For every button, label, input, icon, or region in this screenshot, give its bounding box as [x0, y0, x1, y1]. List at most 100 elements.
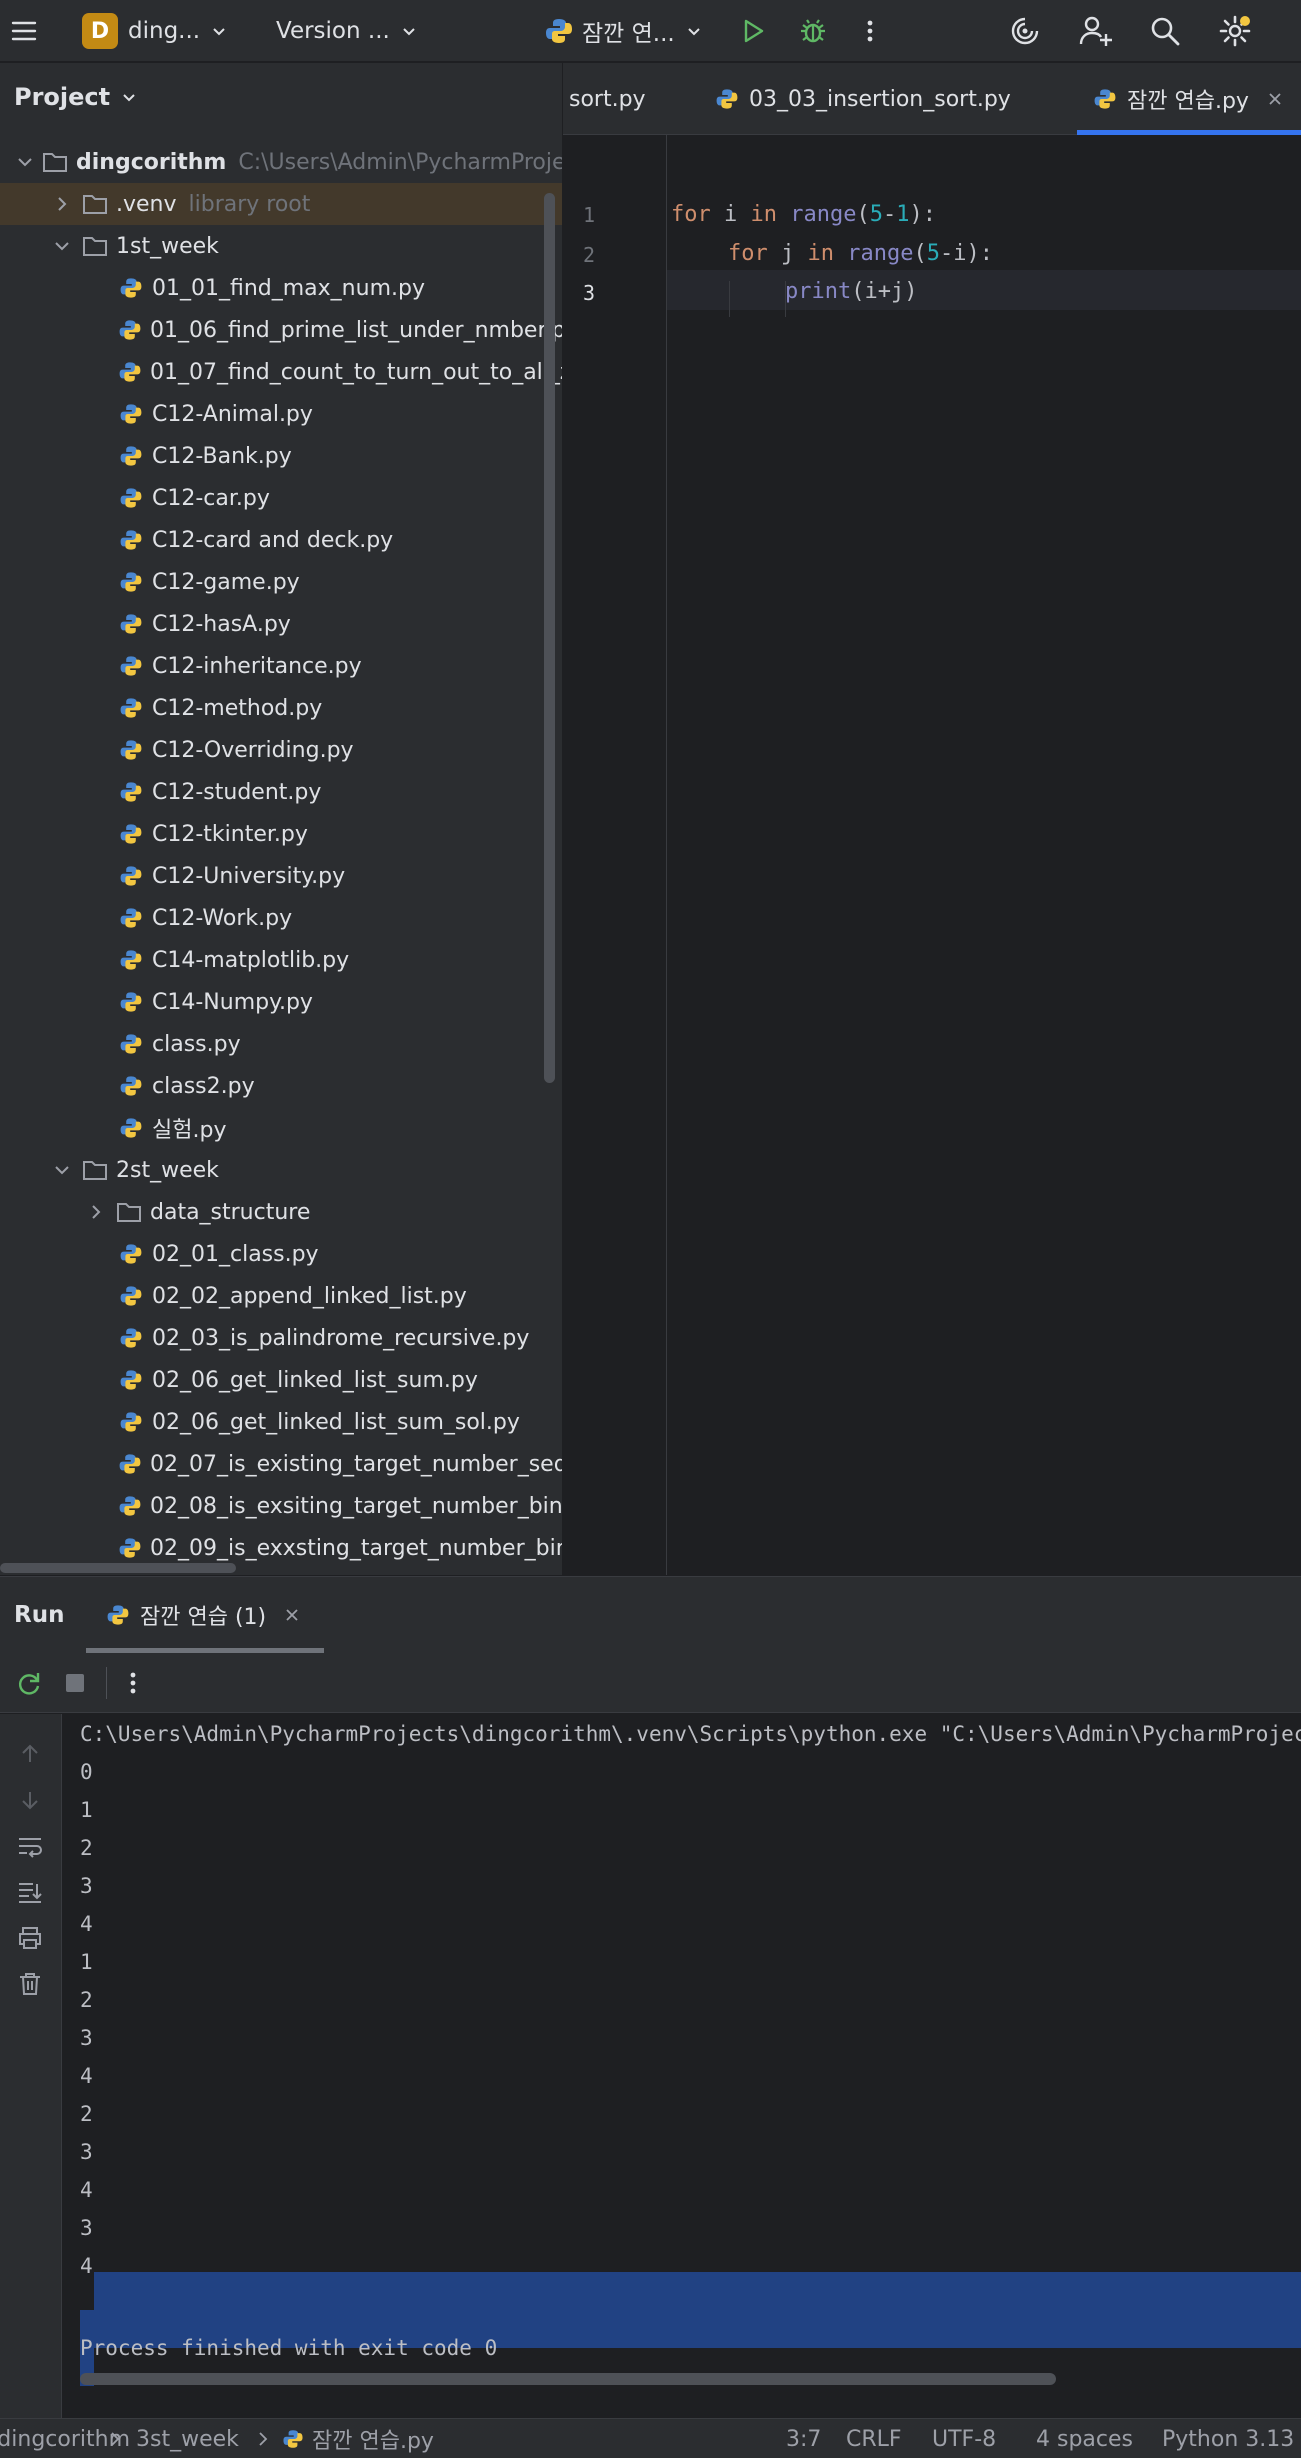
python-interpreter[interactable]: Python 3.13 (dingcorithm)	[1162, 2419, 1301, 2458]
scroll-to-end-icon[interactable]	[14, 1876, 46, 1908]
arrow-up-icon[interactable]	[14, 1738, 46, 1770]
tree-horizontal-scrollbar[interactable]	[0, 1563, 236, 1573]
code-line-3[interactable]: print(i+j)	[785, 279, 917, 304]
project-selector[interactable]: D ding...	[82, 0, 228, 62]
file-name: 02_06_get_linked_list_sum.py	[152, 1367, 478, 1393]
tree-file-item[interactable]: C12-Animal.py	[0, 393, 562, 435]
rerun-icon[interactable]	[14, 1668, 44, 1698]
python-file-icon	[118, 569, 144, 595]
console-horizontal-scrollbar[interactable]	[80, 2373, 1056, 2385]
search-icon	[1148, 14, 1182, 48]
caret-position[interactable]: 3:7	[786, 2419, 821, 2458]
tree-file-item[interactable]: C12-car.py	[0, 477, 562, 519]
tree-file-item[interactable]: class.py	[0, 1023, 562, 1065]
chevron-down-icon[interactable]	[50, 1158, 74, 1182]
tree-file-item[interactable]: 실험.py	[0, 1107, 562, 1149]
project-view-selector[interactable]: Project	[0, 63, 562, 131]
tree-file-item[interactable]: 02_01_class.py	[0, 1233, 562, 1275]
run-tool-window: Run 잠깐 연습 (1) C:\Users\Admin\PycharmProj…	[0, 1576, 1301, 2419]
breadcrumb-folder[interactable]: 3st_week	[136, 2419, 239, 2458]
stop-icon[interactable]	[62, 1670, 88, 1696]
python-file-icon	[118, 1451, 142, 1477]
run-config-selector[interactable]: 잠깐 연...	[544, 0, 703, 62]
code-line-2[interactable]: for j in range(5-i):	[728, 241, 993, 266]
tree-file-item[interactable]: C12-method.py	[0, 687, 562, 729]
console-command: C:\Users\Admin\PycharmProjects\dingcorit…	[80, 1722, 1301, 1746]
tree-file-item[interactable]: C14-matplotlib.py	[0, 939, 562, 981]
file-encoding[interactable]: UTF-8	[932, 2419, 996, 2458]
menu-icon	[8, 15, 40, 47]
tab-insertion-sort[interactable]: 03_03_insertion_sort.py	[715, 63, 1011, 135]
tree-file-item[interactable]: 01_06_find_prime_list_under_nmber.py	[0, 309, 562, 351]
console-output-line: 4	[80, 1912, 93, 1936]
file-name: C12-inheritance.py	[152, 653, 362, 679]
print-icon[interactable]	[14, 1922, 46, 1954]
python-file-icon	[118, 737, 144, 763]
tree-file-item[interactable]: 02_02_append_linked_list.py	[0, 1275, 562, 1317]
settings-button[interactable]	[1218, 0, 1252, 62]
line-separator[interactable]: CRLF	[846, 2419, 902, 2458]
tree-file-item[interactable]: C12-Work.py	[0, 897, 562, 939]
tree-file-item[interactable]: 02_08_is_exsiting_target_number_binary.p…	[0, 1485, 562, 1527]
main-menu-button[interactable]	[8, 0, 40, 62]
tree-folder-1st-week[interactable]: 1st_week	[0, 225, 562, 267]
tab-sort[interactable]: sort.py	[569, 63, 646, 135]
tree-file-item[interactable]: 02_06_get_linked_list_sum_sol.py	[0, 1401, 562, 1443]
file-name: C12-hasA.py	[152, 611, 291, 637]
close-icon[interactable]	[284, 1607, 300, 1623]
tree-file-item[interactable]: C12-hasA.py	[0, 603, 562, 645]
tree-file-item[interactable]: C12-game.py	[0, 561, 562, 603]
python-file-icon	[118, 1535, 142, 1561]
tree-file-item[interactable]: C12-tkinter.py	[0, 813, 562, 855]
venv-hint: library root	[188, 191, 311, 217]
debug-button[interactable]	[798, 0, 828, 62]
python-icon	[282, 2428, 304, 2450]
more-actions-button[interactable]	[860, 0, 880, 62]
run-tab[interactable]: 잠깐 연습 (1)	[86, 1577, 324, 1653]
soft-wrap-icon[interactable]	[14, 1830, 46, 1862]
more-icon[interactable]	[123, 1668, 143, 1698]
tree-file-item[interactable]: 01_01_find_max_num.py	[0, 267, 562, 309]
tab-active-practice[interactable]: 잠깐 연습.py	[1077, 63, 1301, 135]
tree-file-item[interactable]: C12-inheritance.py	[0, 645, 562, 687]
tree-file-item[interactable]: 02_07_is_existing_target_number_sequenti…	[0, 1443, 562, 1485]
trash-icon[interactable]	[14, 1968, 46, 2000]
close-icon[interactable]	[1267, 91, 1283, 107]
folder-name: 1st_week	[116, 233, 219, 259]
tab-label: 잠깐 연습.py	[1127, 89, 1249, 114]
python-file-icon	[118, 401, 144, 427]
tree-file-item[interactable]: C12-Bank.py	[0, 435, 562, 477]
code-line-1[interactable]: for i in range(5-1):	[671, 202, 936, 227]
chevron-down-icon[interactable]	[16, 150, 34, 174]
tree-file-item[interactable]: C12-student.py	[0, 771, 562, 813]
ai-assistant-button[interactable]	[1008, 0, 1042, 62]
code-with-me-button[interactable]	[1078, 0, 1114, 62]
console-output[interactable]: C:\Users\Admin\PycharmProjects\dingcorit…	[62, 1714, 1301, 2419]
tree-folder-data-structure[interactable]: data_structure	[0, 1191, 562, 1233]
tree-file-item[interactable]: 02_03_is_palindrome_recursive.py	[0, 1317, 562, 1359]
tree-vertical-scrollbar[interactable]	[544, 193, 555, 1083]
line-number-gutter: 1 2 3	[563, 135, 667, 1575]
tree-file-item[interactable]: C12-Overriding.py	[0, 729, 562, 771]
chevron-down-icon[interactable]	[50, 234, 74, 258]
search-everywhere-button[interactable]	[1148, 0, 1182, 62]
vcs-widget[interactable]: Version ...	[276, 0, 418, 62]
tree-folder-2st-week[interactable]: 2st_week	[0, 1149, 562, 1191]
run-button[interactable]	[738, 0, 768, 62]
tree-file-item[interactable]: C12-card and deck.py	[0, 519, 562, 561]
tree-file-item[interactable]: C14-Numpy.py	[0, 981, 562, 1023]
arrow-down-icon[interactable]	[14, 1784, 46, 1816]
tree-file-item[interactable]: C12-University.py	[0, 855, 562, 897]
breadcrumb-file[interactable]: 잠깐 연습.py	[282, 2419, 434, 2458]
tree-root-dingcorithm[interactable]: dingcorithm C:\Users\Admin\PycharmProjec…	[0, 141, 562, 183]
root-folder-name: dingcorithm	[76, 149, 227, 175]
chevron-right-icon[interactable]	[50, 192, 74, 216]
file-name: C12-Overriding.py	[152, 737, 354, 763]
chevron-right-icon[interactable]	[84, 1200, 108, 1224]
tree-file-item[interactable]: 01_07_find_count_to_turn_out_to_all_zero…	[0, 351, 562, 393]
tree-item-venv[interactable]: .venv library root	[0, 183, 562, 225]
tree-file-item[interactable]: 02_06_get_linked_list_sum.py	[0, 1359, 562, 1401]
run-header: Run 잠깐 연습 (1)	[0, 1577, 1301, 1653]
indent-setting[interactable]: 4 spaces	[1036, 2419, 1133, 2458]
tree-file-item[interactable]: class2.py	[0, 1065, 562, 1107]
